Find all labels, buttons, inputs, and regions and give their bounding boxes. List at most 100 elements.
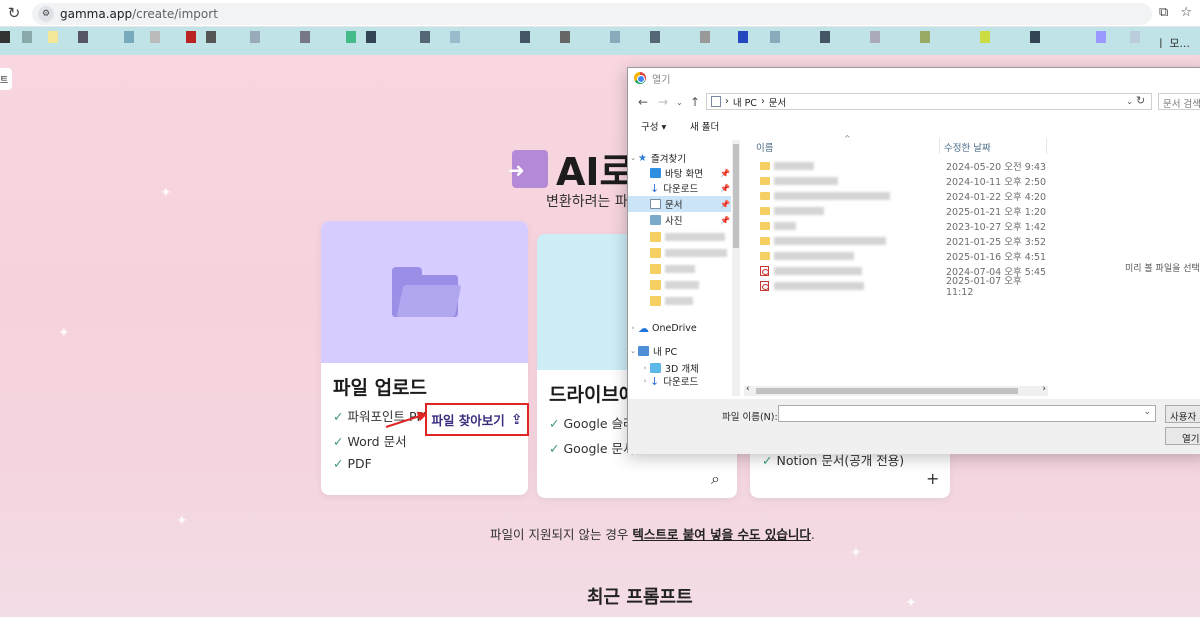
tree-item-3d-objects[interactable]: › 3D 개체	[628, 360, 699, 376]
browse-files-button[interactable]: 파일 찾아보기 ⇪	[425, 403, 529, 436]
bookmark-item[interactable]	[450, 31, 460, 43]
bookmark-item[interactable]	[250, 31, 260, 43]
bookmark-item[interactable]	[420, 31, 430, 43]
back-arrow-icon[interactable]: ←	[638, 95, 648, 109]
bookmark-item[interactable]	[366, 31, 376, 43]
bookmark-item[interactable]	[346, 31, 356, 43]
bookmark-item[interactable]	[650, 31, 660, 43]
file-row[interactable]: 2024-05-20 오전 9:43	[752, 158, 1052, 173]
bookmark-star-icon[interactable]: ☆	[1180, 5, 1192, 20]
chevron-down-icon[interactable]: ⌄	[628, 154, 638, 162]
bookmark-item[interactable]	[22, 31, 32, 43]
file-type-filter[interactable]: 사용자 지정	[1165, 405, 1200, 423]
tree-item-quick-access[interactable]: ⌄ ★ 즐겨찾기	[628, 150, 686, 166]
chevron-right-icon[interactable]: ›	[628, 324, 638, 332]
import-file-icon	[508, 149, 548, 188]
forward-arrow-icon[interactable]: →	[658, 95, 668, 109]
bookmark-item[interactable]	[980, 31, 990, 43]
scrollbar-thumb[interactable]	[756, 388, 1018, 394]
tree-item-documents[interactable]: 문서 📌	[628, 196, 731, 212]
upload-file-card[interactable]: 파일 업로드 ✓ 파워포인트 PPT/X ✓ Word 문서 ✓ PDF	[321, 221, 528, 495]
navigation-scrollbar[interactable]	[732, 140, 740, 396]
bookmarks-more[interactable]: ㅣ 모...	[1156, 35, 1190, 51]
file-row[interactable]: 2025-01-21 오후 1:20	[752, 203, 1052, 218]
recent-locations-icon[interactable]: ⌄	[676, 98, 683, 107]
bookmark-item[interactable]	[300, 31, 310, 43]
bookmark-item[interactable]	[870, 31, 880, 43]
filename-label: 파일 이름(N):	[722, 412, 778, 423]
new-folder-button[interactable]: 새 폴더	[690, 119, 719, 133]
bookmark-item[interactable]	[186, 31, 196, 43]
bookmark-item[interactable]	[520, 31, 530, 43]
chevron-down-icon[interactable]: ⌄	[1143, 407, 1151, 417]
tree-item-this-pc[interactable]: ⌄ 내 PC	[628, 343, 677, 359]
refresh-icon[interactable]: ↻	[1136, 94, 1145, 107]
file-row[interactable]: 2024-10-11 오후 2:50	[752, 173, 1052, 188]
tree-item-folder[interactable]	[628, 277, 699, 293]
bookmark-item[interactable]	[150, 31, 160, 43]
address-bar: ↻ ⚙ gamma.app/create/import ⧉ ☆	[0, 0, 1200, 27]
tree-item-onedrive[interactable]: › ☁ OneDrive	[628, 320, 697, 336]
column-name[interactable]: 이름	[756, 140, 773, 154]
file-row[interactable]: 2024-01-22 오후 4:20	[752, 188, 1052, 203]
tree-item-folder[interactable]	[628, 229, 725, 245]
tree-item-folder[interactable]	[628, 261, 695, 277]
paste-text-link[interactable]: 텍스트로 붙여 넣을 수도 있습니다	[632, 527, 810, 542]
site-info-icon[interactable]: ⚙	[38, 6, 54, 22]
documents-icon	[711, 96, 721, 107]
chevron-down-icon[interactable]: ⌄	[1126, 97, 1133, 106]
bookmark-item[interactable]	[1130, 31, 1140, 43]
bookmark-item[interactable]	[124, 31, 134, 43]
bookmark-item[interactable]	[48, 31, 58, 43]
file-row[interactable]: 2025-01-07 오후 11:12	[752, 276, 1052, 298]
bookmark-item[interactable]	[610, 31, 620, 43]
bookmark-item[interactable]	[78, 31, 88, 43]
check-icon: ✓	[549, 441, 560, 456]
search-icon[interactable]: ⌕	[711, 469, 720, 489]
chevron-down-icon[interactable]: ⌄	[628, 347, 638, 355]
folder-icon	[391, 267, 461, 317]
column-modified[interactable]: 수정한 날짜	[944, 140, 991, 154]
path-breadcrumb[interactable]: › 내 PC › 문서 ⌄	[706, 93, 1152, 110]
install-app-icon[interactable]: ⧉	[1159, 5, 1168, 20]
bookmark-item[interactable]	[0, 31, 10, 43]
scrollbar-thumb[interactable]	[733, 144, 739, 248]
file-row[interactable]: 2023-10-27 오후 1:42	[752, 218, 1052, 233]
tree-item-downloads-pc[interactable]: › ↓ 다운로드	[628, 376, 699, 386]
plus-icon[interactable]: +	[926, 469, 939, 488]
bookmark-item[interactable]	[770, 31, 780, 43]
organize-button[interactable]: 구성 ▾	[641, 119, 666, 133]
bookmark-item[interactable]	[1096, 31, 1106, 43]
up-arrow-icon[interactable]: ↑	[690, 95, 700, 109]
url-field[interactable]: ⚙ gamma.app/create/import	[32, 3, 1152, 25]
tree-item-desktop[interactable]: 바탕 화면 📌	[628, 165, 730, 181]
side-tab[interactable]: 트	[0, 68, 12, 90]
file-row[interactable]: 2021-01-25 오후 3:52	[752, 233, 1052, 248]
bookmark-item[interactable]	[1030, 31, 1040, 43]
bookmark-item[interactable]	[738, 31, 748, 43]
scroll-left-icon[interactable]: ‹	[746, 384, 750, 394]
tree-item-downloads[interactable]: ↓ 다운로드 📌	[628, 180, 730, 196]
folder-icon	[760, 206, 770, 215]
breadcrumb-item[interactable]: 문서	[769, 95, 786, 109]
tree-item-pictures[interactable]: 사진 📌	[628, 212, 730, 228]
tree-item-folder[interactable]	[628, 293, 693, 309]
bookmark-item[interactable]	[820, 31, 830, 43]
bookmark-item[interactable]	[920, 31, 930, 43]
star-icon: ★	[638, 152, 647, 164]
chevron-right-icon[interactable]: ›	[640, 377, 650, 385]
bookmark-item[interactable]	[700, 31, 710, 43]
folder-search-input[interactable]: 문서 검색	[1158, 93, 1200, 110]
chevron-right-icon[interactable]: ›	[640, 364, 650, 372]
file-row[interactable]: 2025-01-16 오후 4:51	[752, 248, 1052, 263]
open-button[interactable]: 열기(O)	[1165, 427, 1200, 445]
bookmark-item[interactable]	[206, 31, 216, 43]
file-list-scrollbar[interactable]: ‹ ›	[744, 384, 1048, 396]
scroll-right-icon[interactable]: ›	[1042, 384, 1046, 394]
filename-input[interactable]: ⌄	[778, 405, 1156, 422]
breadcrumb-item[interactable]: 내 PC	[733, 95, 757, 109]
reload-icon[interactable]: ↻	[0, 4, 28, 22]
tree-item-folder[interactable]	[628, 245, 727, 261]
bookmarks-bar: ㅣ 모...	[0, 27, 1200, 55]
bookmark-item[interactable]	[560, 31, 570, 43]
